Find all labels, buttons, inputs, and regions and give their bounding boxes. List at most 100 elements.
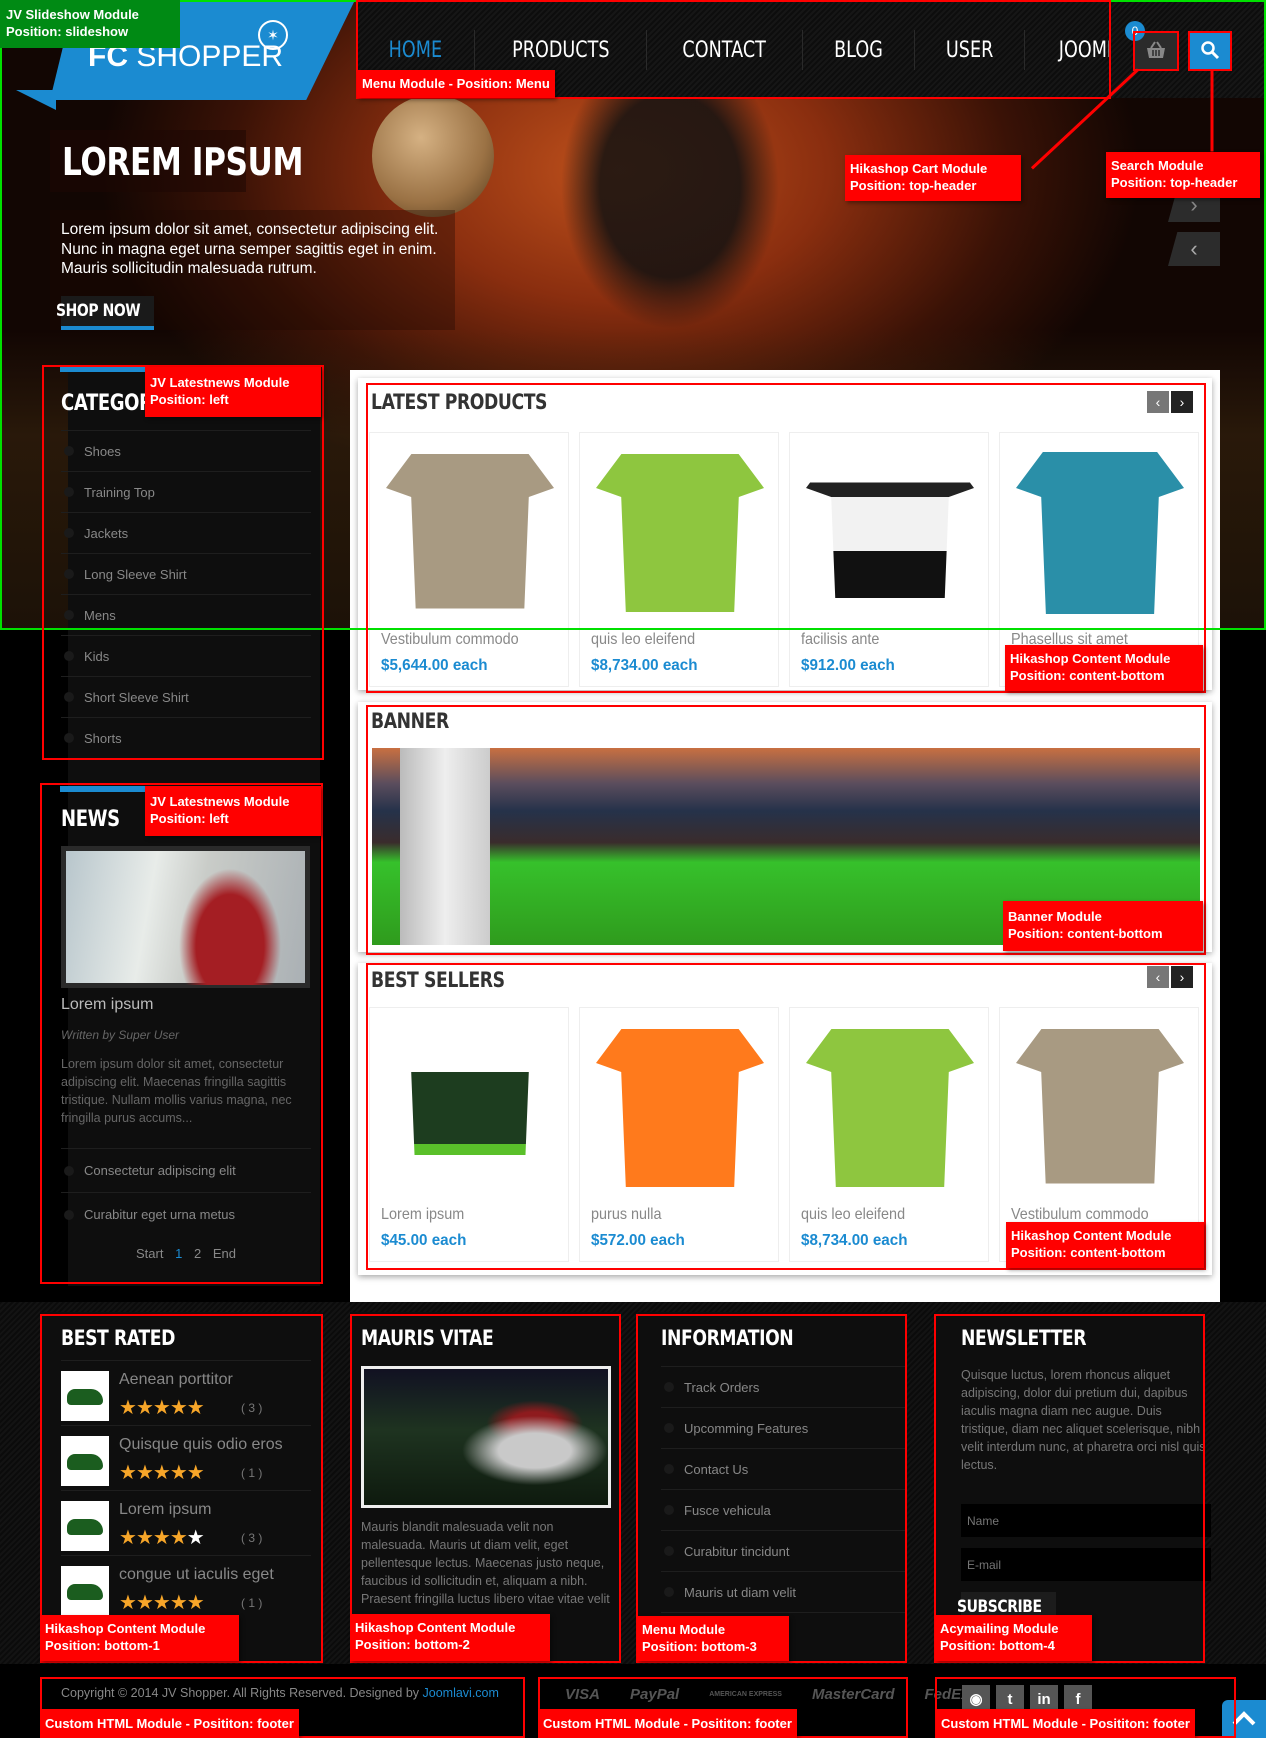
information-item-label: Track Orders bbox=[684, 1379, 760, 1395]
product-thumbnail[interactable] bbox=[61, 1371, 109, 1421]
information-item[interactable]: Track Orders bbox=[661, 1366, 907, 1407]
star-icon: ★ bbox=[152, 1527, 171, 1549]
annotation-line: Position: top-header bbox=[850, 178, 977, 193]
news-link[interactable]: Consectetur adipiscing elit bbox=[61, 1148, 311, 1192]
back-to-top-button[interactable] bbox=[1222, 1700, 1266, 1738]
news-body: Lorem ipsum dolor sit amet, consectetur … bbox=[61, 1057, 292, 1125]
chevron-up-icon bbox=[1232, 1711, 1256, 1726]
product-name[interactable]: quis leo eleifend bbox=[801, 1206, 905, 1224]
best-rated-title: BEST RATED bbox=[61, 1326, 200, 1351]
product-thumbnail[interactable] bbox=[61, 1436, 109, 1486]
product-price: $572.00 each bbox=[591, 1232, 685, 1249]
category-item[interactable]: Kids bbox=[61, 635, 311, 676]
information-item[interactable]: Fusce vehicula bbox=[661, 1489, 907, 1530]
mauris-vitae-title-text: MAURIS VITAE bbox=[361, 1326, 494, 1350]
star-icon: ★ bbox=[135, 1462, 154, 1484]
rating-count: ( 1 ) bbox=[241, 1596, 263, 1610]
star-icon: ★ bbox=[169, 1397, 188, 1419]
newsletter-email-input[interactable] bbox=[961, 1548, 1211, 1581]
annotation-line: JV Latestnews Module bbox=[150, 794, 290, 809]
annotation-line: Search Module bbox=[1111, 158, 1204, 173]
newsletter-title: NEWSLETTER bbox=[961, 1326, 1114, 1351]
category-item[interactable]: Shorts bbox=[61, 717, 311, 758]
newsletter-name-input[interactable] bbox=[961, 1504, 1211, 1537]
star-rating: ★★★★★ bbox=[119, 1525, 205, 1550]
best-rated-name[interactable]: Aenean porttitor bbox=[119, 1371, 233, 1389]
information-item-label: Curabitur tincidunt bbox=[684, 1543, 790, 1559]
annotation-line: Menu Module bbox=[642, 1622, 726, 1637]
best-rated-name[interactable]: Quisque quis odio eros bbox=[119, 1436, 283, 1454]
information-item-label: Fusce vehicula bbox=[684, 1502, 771, 1518]
news-title: NEWS bbox=[61, 806, 133, 832]
annotation-line: Hikashop Content Module bbox=[1010, 651, 1171, 666]
best-prev-button[interactable]: ‹ bbox=[1147, 966, 1169, 988]
star-rating: ★★★★★ bbox=[119, 1395, 205, 1420]
product-image[interactable] bbox=[806, 1018, 974, 1198]
product-name[interactable]: purus nulla bbox=[591, 1206, 661, 1224]
annotation-footer2-label: Custom HTML Module - Posititon: footer bbox=[538, 1709, 797, 1738]
annotation-bottom3-label: Menu Module Position: bottom-3 bbox=[637, 1616, 789, 1661]
annotation-bottom2-label: Hikashop Content Module Position: bottom-… bbox=[350, 1614, 550, 1661]
product-card[interactable]: Lorem ipsum $45.00 each bbox=[369, 1007, 569, 1262]
best-rated-name[interactable]: Lorem ipsum bbox=[119, 1501, 211, 1519]
category-item[interactable]: Short Sleeve Shirt bbox=[61, 676, 311, 717]
goal-post-image bbox=[400, 748, 490, 945]
star-rating: ★★★★★ bbox=[119, 1590, 205, 1615]
product-card[interactable]: quis leo eleifend $8,734.00 each bbox=[789, 1007, 989, 1262]
mauris-vitae-title: MAURIS VITAE bbox=[361, 1326, 522, 1351]
annotation-line: Position: bottom-1 bbox=[45, 1638, 160, 1653]
star-icon: ★ bbox=[169, 1462, 188, 1484]
annotation-line: Acymailing Module bbox=[940, 1621, 1059, 1636]
news-image-player bbox=[170, 855, 290, 985]
designer-link[interactable]: Joomlavi.com bbox=[423, 1686, 499, 1700]
information-item[interactable]: Curabitur tincidunt bbox=[661, 1530, 907, 1571]
pager-end[interactable]: End bbox=[213, 1246, 236, 1261]
pager-page-1[interactable]: 1 bbox=[175, 1246, 182, 1261]
news-title-text: NEWS bbox=[61, 807, 120, 832]
rating-count: ( 3 ) bbox=[241, 1531, 263, 1545]
best-rated-item[interactable]: Quisque quis odio eros ★★★★★( 1 ) bbox=[61, 1425, 311, 1497]
best-sellers-title: BEST SELLERS bbox=[371, 968, 534, 993]
product-image[interactable] bbox=[1016, 1018, 1184, 1198]
annotation-line: Position: left bbox=[150, 811, 229, 826]
best-next-button[interactable]: › bbox=[1171, 966, 1193, 988]
information-item[interactable]: Upcomming Features bbox=[661, 1407, 907, 1448]
news-item-title[interactable]: Lorem ipsum bbox=[61, 996, 153, 1014]
star-icon: ★ bbox=[119, 1397, 137, 1419]
product-name[interactable]: quis leo eleifend bbox=[591, 631, 695, 649]
product-thumbnail[interactable] bbox=[61, 1501, 109, 1551]
product-price: $8,734.00 each bbox=[591, 657, 698, 674]
annotation-menu-label: Menu Module - Position: Menu bbox=[357, 70, 555, 98]
pager-start[interactable]: Start bbox=[136, 1246, 163, 1261]
annotation-search-arrow bbox=[1210, 69, 1214, 152]
information-item[interactable]: Contact Us bbox=[661, 1448, 907, 1489]
information-item[interactable]: Mauris ut diam velit bbox=[661, 1571, 907, 1612]
annotation-news-label: JV Latestnews Module Position: left bbox=[145, 786, 321, 836]
product-name[interactable]: Lorem ipsum bbox=[381, 1206, 464, 1224]
best-sellers-title-text: BEST SELLERS bbox=[371, 968, 505, 992]
payment-logo: AMERICAN EXPRESS bbox=[709, 1690, 782, 1698]
star-icon: ★ bbox=[119, 1462, 137, 1484]
football-boot-image[interactable] bbox=[361, 1366, 611, 1508]
best-rated-item[interactable]: Lorem ipsum ★★★★★ ( 3 ) bbox=[61, 1490, 311, 1562]
star-icon: ★ bbox=[152, 1592, 171, 1614]
annotation-line: Hikashop Cart Module bbox=[850, 161, 988, 176]
product-image[interactable] bbox=[386, 1018, 554, 1198]
product-price: $8,734.00 each bbox=[801, 1232, 908, 1249]
star-icon: ★ bbox=[186, 1592, 205, 1614]
annotation-line: Position: bottom-4 bbox=[940, 1638, 1055, 1653]
pager-page-2[interactable]: 2 bbox=[194, 1246, 201, 1261]
payment-logos: VISA PayPal AMERICAN EXPRESS MasterCard FedE… bbox=[565, 1686, 970, 1703]
news-link[interactable]: Curabitur eget urna metus bbox=[61, 1192, 311, 1236]
annotation-line: Position: bottom-3 bbox=[642, 1639, 757, 1654]
product-name[interactable]: facilisis ante bbox=[801, 631, 879, 649]
best-rated-item[interactable]: Aenean porttitor ★★★★★( 3 ) bbox=[61, 1360, 311, 1432]
product-thumbnail[interactable] bbox=[61, 1566, 109, 1616]
best-rated-name[interactable]: congue ut iaculis eget bbox=[119, 1566, 274, 1584]
banner-title-text: BANNER bbox=[371, 709, 449, 733]
product-name[interactable]: Vestibulum commodo bbox=[381, 631, 519, 649]
product-image[interactable] bbox=[596, 1018, 764, 1198]
annotation-line: Position: content-bottom bbox=[1011, 1245, 1166, 1260]
product-card[interactable]: purus nulla $572.00 each bbox=[579, 1007, 779, 1262]
star-icon: ★ bbox=[169, 1527, 188, 1549]
